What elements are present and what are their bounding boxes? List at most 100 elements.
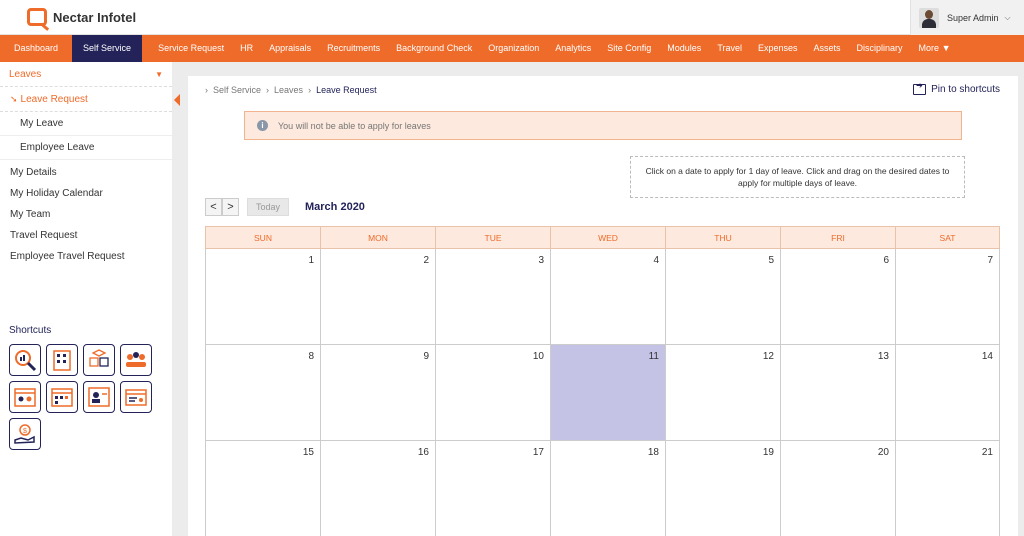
calendar-week: 1 2 3 4 5 6 7 bbox=[205, 249, 1000, 345]
weekday-thu: THU bbox=[665, 226, 780, 249]
nav-organization[interactable]: Organization bbox=[480, 35, 547, 62]
nav-background-check[interactable]: Background Check bbox=[388, 35, 480, 62]
nav-hr[interactable]: HR bbox=[232, 35, 261, 62]
weekday-header: SUN MON TUE WED THU FRI SAT bbox=[205, 226, 1000, 249]
top-bar: Nectar Infotel Super Admin ⌵ bbox=[0, 0, 1024, 35]
pin-to-shortcuts-button[interactable]: Pin to shortcuts bbox=[913, 81, 1000, 95]
nav-dashboard[interactable]: Dashboard bbox=[0, 35, 72, 62]
calendar-day-today[interactable]: 11 bbox=[550, 345, 665, 441]
shortcut-boxes[interactable] bbox=[83, 344, 115, 376]
calendar-day[interactable]: 15 bbox=[205, 441, 320, 536]
calendar-day[interactable]: 16 bbox=[320, 441, 435, 536]
user-menu[interactable]: Super Admin ⌵ bbox=[910, 0, 1024, 35]
alert-text: You will not be able to apply for leaves bbox=[278, 120, 431, 131]
month-title: March 2020 bbox=[305, 201, 365, 213]
calendar-team-icon bbox=[14, 388, 36, 407]
caret-down-icon: ▼ bbox=[941, 43, 951, 53]
calendar-day[interactable]: 10 bbox=[435, 345, 550, 441]
chevron-down-icon: ⌵ bbox=[1004, 12, 1011, 22]
active-pointer-icon bbox=[174, 94, 180, 106]
building-icon bbox=[53, 350, 71, 371]
calendar-day[interactable]: 20 bbox=[780, 441, 895, 536]
calendar-day[interactable]: 1 bbox=[205, 249, 320, 345]
weekday-tue: TUE bbox=[435, 226, 550, 249]
breadcrumb-separator: › bbox=[308, 85, 312, 95]
hint-box: Click on a date to apply for 1 day of le… bbox=[630, 156, 965, 198]
weekday-sat: SAT bbox=[895, 226, 1000, 249]
nav-analytics[interactable]: Analytics bbox=[547, 35, 599, 62]
main-nav: Dashboard Self Service Service Request H… bbox=[0, 35, 1024, 62]
calendar-grid-icon bbox=[51, 388, 73, 407]
shortcut-id-card[interactable] bbox=[120, 381, 152, 413]
hint-text: Click on a date to apply for 1 day of le… bbox=[645, 165, 950, 188]
alert-banner: i You will not be able to apply for leav… bbox=[244, 111, 962, 140]
nav-modules[interactable]: Modules bbox=[659, 35, 709, 62]
sidebar-item-employee-travel-request[interactable]: Employee Travel Request bbox=[0, 246, 172, 267]
nav-expenses[interactable]: Expenses bbox=[750, 35, 806, 62]
nav-travel[interactable]: Travel bbox=[709, 35, 750, 62]
sidebar-item-holiday-calendar[interactable]: My Holiday Calendar bbox=[0, 183, 172, 204]
prev-month-button[interactable]: < bbox=[205, 198, 222, 216]
brand-name: Nectar Infotel bbox=[53, 9, 137, 25]
sidebar-item-employee-leave[interactable]: Employee Leave bbox=[0, 136, 172, 160]
sidebar-item-label: Leave Request bbox=[20, 93, 88, 105]
calendar-day[interactable]: 2 bbox=[320, 249, 435, 345]
nav-assets[interactable]: Assets bbox=[806, 35, 849, 62]
calendar-controls: < > Today March 2020 bbox=[205, 198, 365, 216]
calendar-day[interactable]: 4 bbox=[550, 249, 665, 345]
logo-icon bbox=[27, 8, 47, 26]
shortcut-calendar-team[interactable] bbox=[9, 381, 41, 413]
weekday-sun: SUN bbox=[205, 226, 320, 249]
calendar-day[interactable]: 14 bbox=[895, 345, 1000, 441]
calendar-day[interactable]: 6 bbox=[780, 249, 895, 345]
sidebar-item-my-details[interactable]: My Details bbox=[0, 162, 172, 183]
sidebar-item-my-team[interactable]: My Team bbox=[0, 204, 172, 225]
shortcut-building[interactable] bbox=[46, 344, 78, 376]
nav-service-request[interactable]: Service Request bbox=[142, 35, 232, 62]
profile-card-icon bbox=[88, 387, 110, 407]
next-month-button[interactable]: > bbox=[222, 198, 239, 216]
sidebar-section-leaves[interactable]: Leaves ▼ bbox=[0, 62, 172, 87]
nav-appraisals[interactable]: Appraisals bbox=[261, 35, 319, 62]
today-button[interactable]: Today bbox=[247, 198, 289, 216]
nav-site-config[interactable]: Site Config bbox=[599, 35, 659, 62]
nav-more[interactable]: More ▼ bbox=[911, 35, 959, 62]
money-hand-icon: $ bbox=[14, 424, 35, 444]
calendar-day[interactable]: 21 bbox=[895, 441, 1000, 536]
calendar-day[interactable]: 7 bbox=[895, 249, 1000, 345]
sidebar-item-my-leave[interactable]: My Leave bbox=[0, 112, 172, 136]
calendar-day[interactable]: 17 bbox=[435, 441, 550, 536]
shortcut-team[interactable] bbox=[120, 344, 152, 376]
sidebar-item-travel-request[interactable]: Travel Request bbox=[0, 225, 172, 246]
calendar-week: 15 16 17 18 19 20 21 bbox=[205, 441, 1000, 536]
calendar-grid: SUN MON TUE WED THU FRI SAT 1 2 3 4 5 6 … bbox=[205, 226, 1000, 536]
pin-label: Pin to shortcuts bbox=[931, 84, 1000, 95]
breadcrumb: › Self Service › Leaves › Leave Request bbox=[205, 85, 377, 95]
sidebar-item-leave-request[interactable]: ➘ Leave Request bbox=[0, 87, 180, 112]
shortcut-profile-card[interactable] bbox=[83, 381, 115, 413]
calendar-day[interactable]: 9 bbox=[320, 345, 435, 441]
weekday-mon: MON bbox=[320, 226, 435, 249]
nav-self-service[interactable]: Self Service bbox=[72, 35, 143, 62]
weekday-fri: FRI bbox=[780, 226, 895, 249]
calendar-day[interactable]: 13 bbox=[780, 345, 895, 441]
calendar-day[interactable]: 8 bbox=[205, 345, 320, 441]
calendar-day[interactable]: 3 bbox=[435, 249, 550, 345]
calendar-day[interactable]: 19 bbox=[665, 441, 780, 536]
caret-down-icon: ▼ bbox=[155, 69, 163, 79]
shortcut-search-report[interactable] bbox=[9, 344, 41, 376]
calendar-day[interactable]: 18 bbox=[550, 441, 665, 536]
nav-disciplinary[interactable]: Disciplinary bbox=[849, 35, 911, 62]
calendar-day[interactable]: 12 bbox=[665, 345, 780, 441]
breadcrumb-self-service[interactable]: Self Service bbox=[213, 85, 261, 95]
nav-recruitments[interactable]: Recruitments bbox=[319, 35, 388, 62]
calendar-day[interactable]: 5 bbox=[665, 249, 780, 345]
shortcut-calendar-grid[interactable] bbox=[46, 381, 78, 413]
team-icon bbox=[126, 352, 146, 367]
brand-logo[interactable]: Nectar Infotel bbox=[27, 8, 136, 26]
main-content: › Self Service › Leaves › Leave Request … bbox=[188, 76, 1018, 536]
breadcrumb-leaves[interactable]: Leaves bbox=[274, 85, 303, 95]
breadcrumb-separator: › bbox=[205, 85, 208, 95]
sidebar: Leaves ▼ ➘ Leave Request My Leave Employ… bbox=[0, 62, 180, 536]
shortcut-money-hand[interactable]: $ bbox=[9, 418, 41, 450]
